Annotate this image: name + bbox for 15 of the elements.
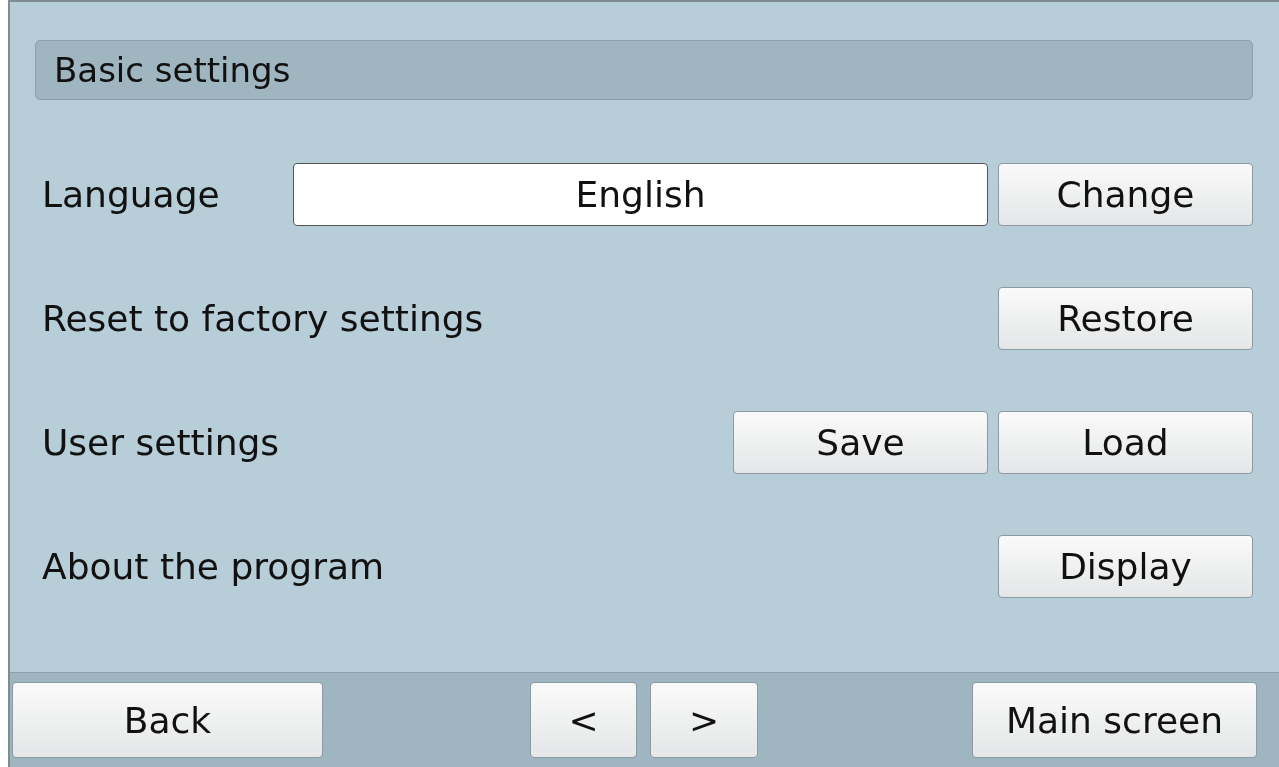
setting-label: Reset to factory settings <box>42 298 484 339</box>
section-title: Basic settings <box>35 40 1253 100</box>
action-button[interactable]: Change <box>998 163 1253 226</box>
value-field[interactable]: English <box>293 163 988 226</box>
setting-label: User settings <box>42 422 280 463</box>
previous-button[interactable]: < <box>530 682 637 758</box>
action-button[interactable]: Load <box>998 411 1253 474</box>
setting-label: Language <box>42 174 220 215</box>
main-screen-button[interactable]: Main screen <box>972 682 1257 758</box>
setting-label: About the program <box>42 546 385 587</box>
action-button[interactable]: Save <box>733 411 988 474</box>
back-button[interactable]: Back <box>12 682 323 758</box>
action-button[interactable]: Restore <box>998 287 1253 350</box>
next-button[interactable]: > <box>650 682 758 758</box>
action-button[interactable]: Display <box>998 535 1253 598</box>
